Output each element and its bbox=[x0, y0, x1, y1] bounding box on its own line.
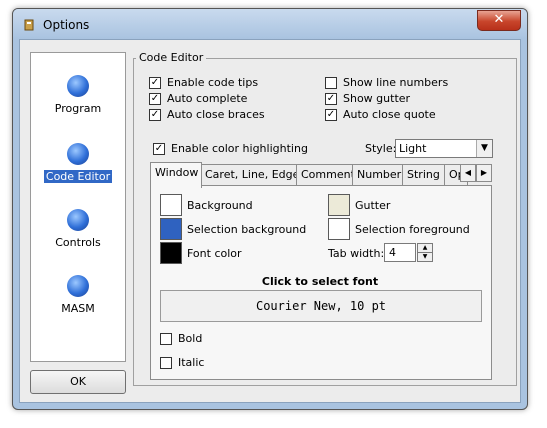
background-color-swatch[interactable] bbox=[160, 194, 182, 216]
tab-caret-line-edge[interactable]: Caret, Line, Edge bbox=[200, 164, 298, 185]
app-icon bbox=[24, 19, 34, 31]
window-title: Options bbox=[43, 18, 90, 32]
sidebar-item-masm[interactable]: MASM bbox=[31, 275, 125, 315]
controls-icon bbox=[67, 209, 89, 231]
checkbox-box: ✓ bbox=[149, 108, 161, 121]
sidebar-item-program[interactable]: Program bbox=[31, 75, 125, 115]
checkbox-box: ✓ bbox=[153, 142, 165, 155]
category-sidebar: Program Code Editor Controls MASM bbox=[30, 52, 126, 362]
selection-foreground-label: Selection foreground bbox=[355, 223, 470, 236]
ok-button[interactable]: OK bbox=[30, 370, 126, 394]
sidebar-item-label: Program bbox=[54, 102, 102, 115]
checkbox-box: ✓ bbox=[149, 92, 161, 105]
masm-icon bbox=[67, 275, 89, 297]
program-icon bbox=[67, 75, 89, 97]
sidebar-item-controls[interactable]: Controls bbox=[31, 209, 125, 249]
checkbox-label: Auto close quote bbox=[343, 108, 436, 121]
tab-window[interactable]: Window bbox=[150, 162, 202, 188]
checkbox-box: ✓ bbox=[149, 76, 161, 89]
sidebar-item-label: MASM bbox=[61, 302, 95, 315]
gutter-label: Gutter bbox=[355, 199, 391, 212]
style-label: Style: bbox=[365, 142, 397, 155]
sidebar-item-label: Code Editor bbox=[43, 170, 113, 183]
auto-complete-checkbox[interactable]: ✓ Auto complete bbox=[149, 92, 247, 105]
tab-string[interactable]: String bbox=[402, 164, 446, 185]
checkbox-box bbox=[160, 332, 172, 345]
style-select[interactable]: Light ▼ bbox=[395, 139, 493, 158]
spin-down-icon[interactable]: ▼ bbox=[417, 252, 433, 262]
gutter-color-swatch[interactable] bbox=[328, 194, 350, 216]
code-tips-checkbox[interactable]: ✓ Enable code tips bbox=[149, 76, 258, 89]
color-highlighting-checkbox[interactable]: ✓ Enable color highlighting bbox=[153, 142, 308, 155]
title-bar[interactable]: Options ✕ bbox=[13, 9, 527, 39]
tab-comment[interactable]: Comment bbox=[296, 164, 354, 185]
checkbox-label: Auto complete bbox=[167, 92, 248, 105]
background-label: Background bbox=[187, 199, 253, 212]
selection-background-swatch[interactable] bbox=[160, 218, 182, 240]
checkbox-box bbox=[325, 76, 337, 89]
show-line-numbers-checkbox[interactable]: Show line numbers bbox=[325, 76, 448, 89]
selection-foreground-swatch[interactable] bbox=[328, 218, 350, 240]
sidebar-item-label: Controls bbox=[55, 236, 101, 249]
checkbox-box bbox=[160, 356, 172, 369]
tab-width-label: Tab width: bbox=[328, 247, 385, 260]
selection-background-label: Selection background bbox=[187, 223, 307, 236]
auto-close-braces-checkbox[interactable]: ✓ Auto close braces bbox=[149, 108, 265, 121]
bold-checkbox[interactable]: Bold bbox=[160, 332, 202, 345]
tab-scroll-left-icon[interactable]: ◀ bbox=[460, 164, 476, 182]
checkbox-label: Auto close braces bbox=[167, 108, 265, 121]
font-section-title: Click to select font bbox=[261, 275, 379, 288]
checkbox-box: ✓ bbox=[325, 108, 337, 121]
tab-width-input[interactable]: 4 bbox=[384, 243, 416, 262]
tab-number[interactable]: Number bbox=[352, 164, 404, 185]
style-value: Light bbox=[399, 142, 427, 155]
checkbox-label: Show gutter bbox=[343, 92, 411, 105]
chevron-down-icon[interactable]: ▼ bbox=[476, 140, 492, 157]
font-color-swatch[interactable] bbox=[160, 242, 182, 264]
tab-width-value: 4 bbox=[389, 246, 396, 259]
auto-close-quote-checkbox[interactable]: ✓ Auto close quote bbox=[325, 108, 436, 121]
checkbox-label: Enable color highlighting bbox=[171, 142, 308, 155]
tab-scroll-right-icon[interactable]: ▶ bbox=[476, 164, 492, 182]
font-select-button[interactable]: Courier New, 10 pt bbox=[160, 290, 482, 322]
close-button[interactable]: ✕ bbox=[477, 10, 521, 31]
checkbox-label: Show line numbers bbox=[343, 76, 449, 89]
code-editor-icon bbox=[67, 143, 89, 165]
font-color-label: Font color bbox=[187, 247, 242, 260]
checkbox-label: Bold bbox=[178, 332, 203, 345]
show-gutter-checkbox[interactable]: ✓ Show gutter bbox=[325, 92, 410, 105]
checkbox-box: ✓ bbox=[325, 92, 337, 105]
checkbox-label: Italic bbox=[178, 356, 205, 369]
sidebar-item-code-editor[interactable]: Code Editor bbox=[31, 143, 125, 183]
group-title: Code Editor bbox=[136, 51, 207, 64]
checkbox-label: Enable code tips bbox=[167, 76, 259, 89]
italic-checkbox[interactable]: Italic bbox=[160, 356, 204, 369]
close-icon: ✕ bbox=[493, 12, 505, 27]
